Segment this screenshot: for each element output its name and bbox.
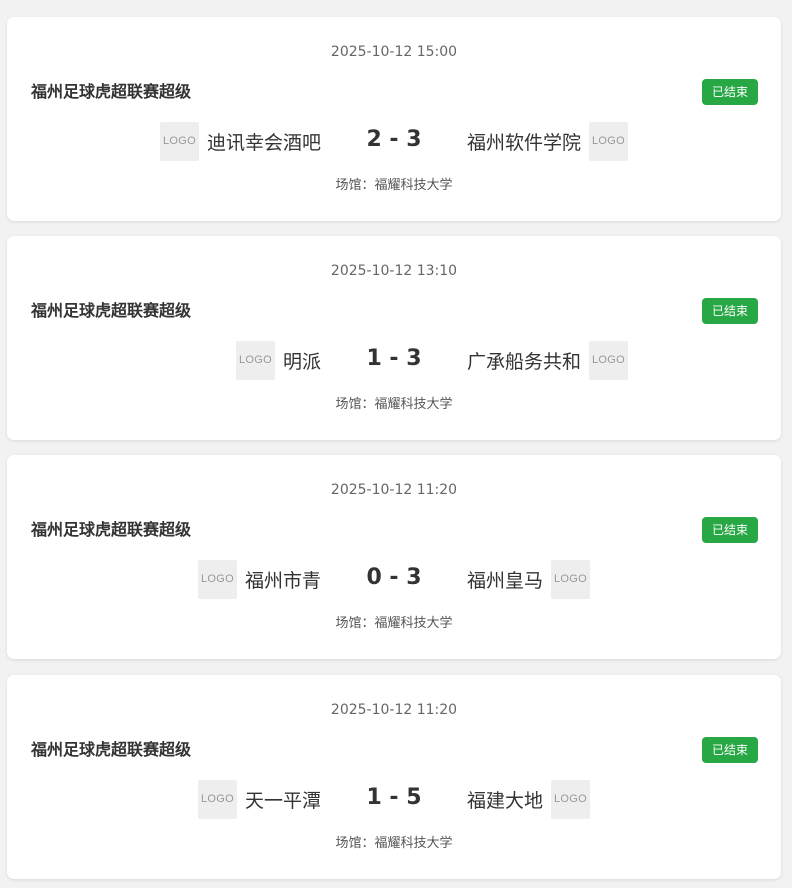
away-team-name: 福州软件学院 [467, 131, 582, 154]
home-team-logo: LOGO [159, 121, 199, 161]
league-name: 福州足球虎超联赛超级 [31, 82, 192, 101]
match-score: 2 - 3 [366, 127, 422, 152]
home-team-logo: LOGO [197, 559, 237, 599]
match-score: 1 - 3 [366, 346, 422, 371]
home-team-name: 迪讯幸会酒吧 [206, 131, 321, 154]
away-team-logo: LOGO [551, 559, 591, 599]
match-datetime: 2025-10-12 13:10 [330, 263, 458, 279]
home-team[interactable]: LOGO 明派 [235, 340, 321, 380]
home-team[interactable]: LOGO 福州市青 [197, 559, 321, 599]
home-team-name: 天一平潭 [244, 789, 321, 812]
match-datetime: 2025-10-12 11:20 [330, 702, 458, 718]
match-venue: 场馆：福耀科技大学 [335, 616, 453, 631]
away-team[interactable]: 福州软件学院 LOGO [467, 121, 629, 161]
home-team[interactable]: LOGO 天一平潭 [197, 779, 321, 819]
home-team-name: 福州市青 [244, 569, 321, 592]
home-team[interactable]: LOGO 迪讯幸会酒吧 [159, 121, 321, 161]
match-venue: 场馆：福耀科技大学 [335, 397, 453, 412]
match-datetime: 2025-10-12 15:00 [330, 44, 458, 60]
match-card[interactable]: 2025-10-12 13:10 福州足球虎超联赛超级 已结束 LOGO 明派 … [7, 236, 781, 440]
away-team-name: 广承船务共和 [467, 350, 582, 373]
away-team[interactable]: 福建大地 LOGO [467, 779, 591, 819]
match-card[interactable]: 2025-10-12 11:20 福州足球虎超联赛超级 已结束 LOGO 天一平… [7, 675, 781, 879]
league-name: 福州足球虎超联赛超级 [31, 740, 192, 759]
match-venue: 场馆：福耀科技大学 [335, 178, 453, 193]
league-name: 福州足球虎超联赛超级 [31, 301, 192, 320]
home-team-name: 明派 [282, 350, 321, 373]
match-datetime: 2025-10-12 11:20 [330, 482, 458, 498]
away-team[interactable]: 广承船务共和 LOGO [467, 340, 629, 380]
match-score: 0 - 3 [366, 565, 422, 590]
league-name: 福州足球虎超联赛超级 [31, 520, 192, 539]
status-badge: 已结束 [702, 298, 758, 324]
match-score: 1 - 5 [366, 785, 422, 810]
away-team-logo: LOGO [589, 121, 629, 161]
match-card[interactable]: 2025-10-12 11:20 福州足球虎超联赛超级 已结束 LOGO 福州市… [7, 455, 781, 659]
away-team-name: 福建大地 [467, 789, 544, 812]
away-team-name: 福州皇马 [467, 569, 544, 592]
match-venue: 场馆：福耀科技大学 [335, 836, 453, 851]
match-card[interactable]: 2025-10-12 15:00 福州足球虎超联赛超级 已结束 LOGO 迪讯幸… [7, 17, 781, 221]
away-team-logo: LOGO [589, 340, 629, 380]
away-team[interactable]: 福州皇马 LOGO [467, 559, 591, 599]
status-badge: 已结束 [702, 517, 758, 543]
home-team-logo: LOGO [197, 779, 237, 819]
home-team-logo: LOGO [235, 340, 275, 380]
status-badge: 已结束 [702, 737, 758, 763]
status-badge: 已结束 [702, 79, 758, 105]
away-team-logo: LOGO [551, 779, 591, 819]
